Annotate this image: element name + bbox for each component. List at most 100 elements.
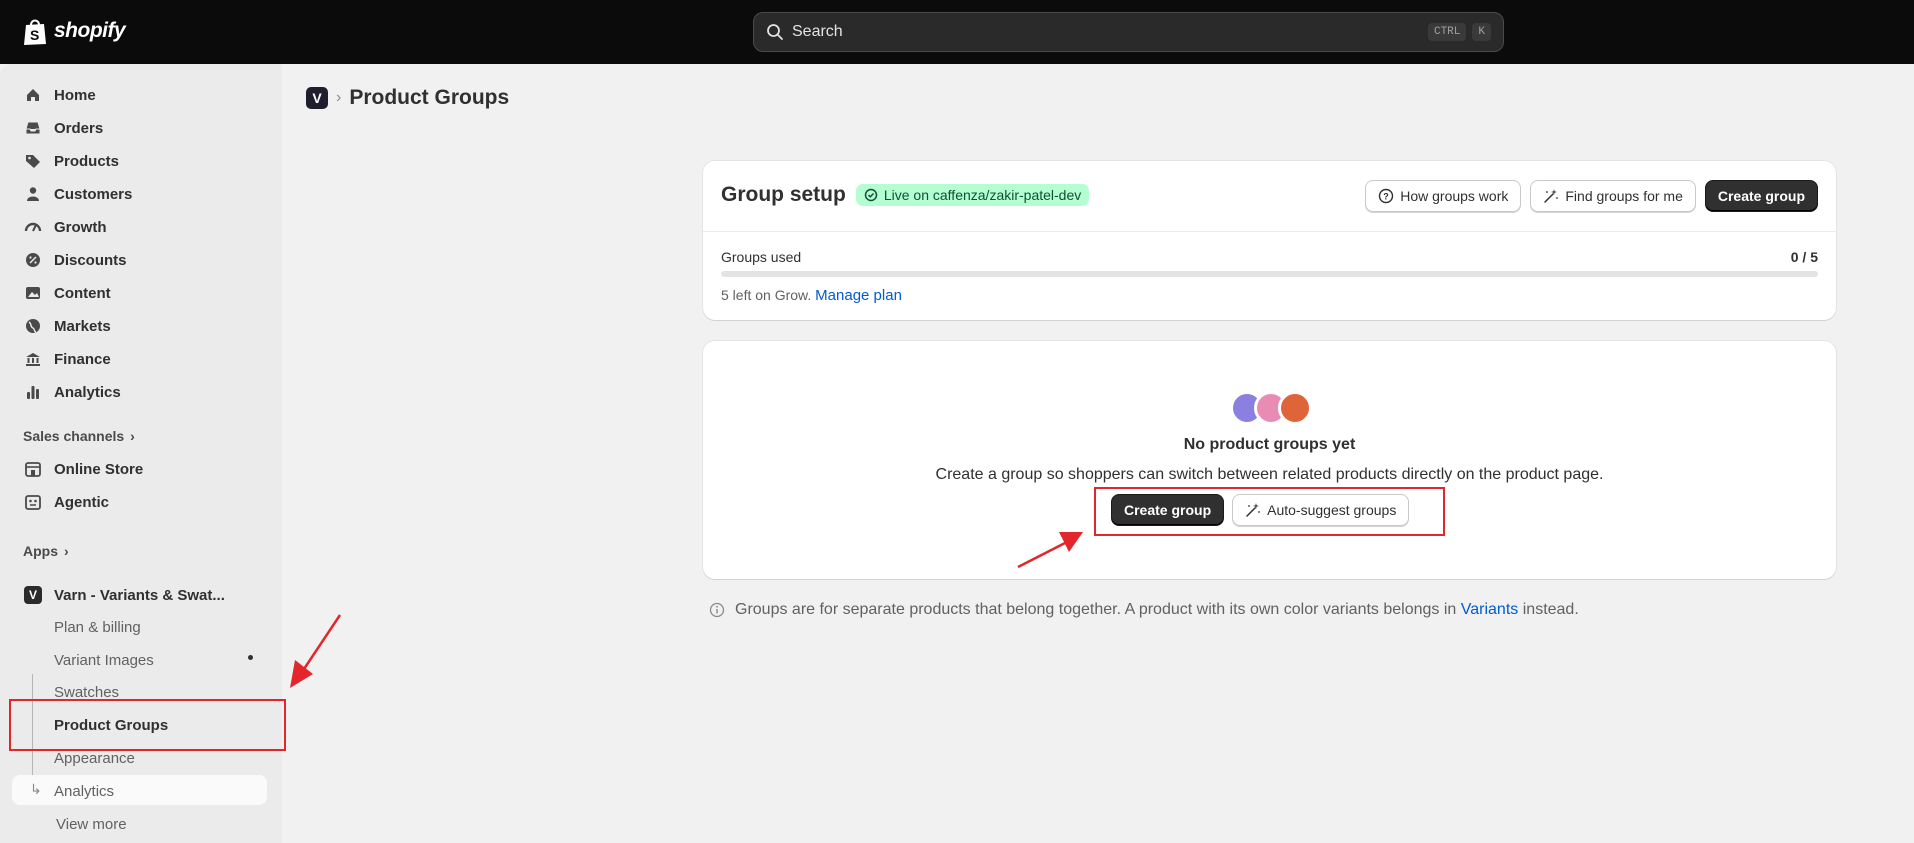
- sidebar-item-label: Orders: [54, 119, 104, 137]
- sidebar-subitem-analytics[interactable]: Analytics: [54, 783, 114, 800]
- breadcrumb: V › Product Groups: [306, 86, 509, 110]
- sidebar-item-agentic[interactable]: Agentic: [10, 487, 268, 517]
- check-circle-icon: [864, 188, 878, 202]
- home-icon: [24, 86, 42, 104]
- search-input[interactable]: Search: [792, 23, 1422, 41]
- chevron-right-icon: ›: [130, 428, 135, 444]
- globe-icon: [24, 317, 42, 335]
- avatar: [1278, 391, 1312, 425]
- info-icon: [709, 602, 725, 618]
- sidebar-item-discounts[interactable]: Discounts: [10, 245, 268, 275]
- bank-icon: [24, 350, 42, 368]
- sidebar-item-label: Home: [54, 86, 96, 104]
- how-groups-work-button[interactable]: ? How groups work: [1365, 180, 1522, 212]
- shopping-bag-icon: S: [24, 19, 46, 45]
- annotation-arrow-icon: [1017, 532, 1083, 569]
- sidebar-subitem-plan-billing[interactable]: Plan & billing: [54, 619, 141, 636]
- sidebar-item-varn-app[interactable]: V Varn - Variants & Swat...: [10, 580, 268, 610]
- apps-header[interactable]: Apps ›: [23, 543, 69, 559]
- search-icon: [767, 24, 783, 40]
- top-bar: S shopify Search CTRL K: [0, 0, 1914, 64]
- find-groups-button[interactable]: Find groups for me: [1530, 180, 1696, 212]
- shortcut-k: K: [1472, 23, 1491, 41]
- page-title: Product Groups: [349, 86, 510, 109]
- annotation-highlight-box: [1094, 487, 1445, 536]
- robot-icon: [24, 493, 42, 511]
- chevron-right-icon: ›: [64, 543, 69, 559]
- sidebar-item-online-store[interactable]: Online Store: [10, 454, 268, 484]
- sales-channels-label: Sales channels: [23, 428, 125, 444]
- varn-app-icon: V: [24, 586, 42, 604]
- apps-label: Apps: [23, 543, 58, 559]
- varn-app-icon[interactable]: V: [306, 87, 328, 109]
- active-row-highlight: [12, 775, 267, 805]
- variants-link[interactable]: Variants: [1461, 601, 1519, 618]
- sidebar-item-finance[interactable]: Finance: [10, 344, 268, 374]
- sidebar-item-label: Analytics: [54, 383, 121, 401]
- card-title: Group setup: [721, 183, 846, 206]
- status-badge-label: Live on caffenza/zakir-patel-dev: [883, 187, 1082, 203]
- sidebar-item-home[interactable]: Home: [10, 80, 268, 110]
- person-icon: [24, 185, 42, 203]
- store-icon: [24, 460, 42, 478]
- plan-note: 5 left on Grow. Manage plan: [721, 287, 902, 304]
- view-more-link[interactable]: View more: [56, 816, 127, 833]
- usage-progress-bar: [721, 271, 1818, 277]
- status-dot: [248, 655, 253, 660]
- shortcut-ctrl: CTRL: [1427, 23, 1467, 41]
- info-note-suffix: instead.: [1522, 601, 1579, 618]
- tag-icon: [24, 152, 42, 170]
- button-label: Find groups for me: [1565, 188, 1683, 204]
- sidebar-item-label: Markets: [54, 317, 111, 335]
- sidebar-item-label: Discounts: [54, 251, 127, 269]
- status-badge: Live on caffenza/zakir-patel-dev: [855, 184, 1090, 206]
- info-note: Groups are for separate products that be…: [709, 601, 1579, 619]
- sidebar-item-customers[interactable]: Customers: [10, 179, 268, 209]
- gauge-icon: [24, 218, 42, 236]
- plan-note-text: 5 left on Grow.: [721, 287, 812, 303]
- bar-chart-icon: [24, 383, 42, 401]
- svg-text:S: S: [30, 27, 39, 43]
- empty-state-title: No product groups yet: [1183, 436, 1356, 453]
- svg-text:?: ?: [1383, 192, 1389, 202]
- usage-label: Groups used: [721, 249, 802, 265]
- sidebar-item-label: Finance: [54, 350, 111, 368]
- sidebar-item-products[interactable]: Products: [10, 146, 268, 176]
- group-setup-card: Group setup Live on caffenza/zakir-patel…: [703, 161, 1836, 320]
- magic-wand-icon: [1544, 189, 1559, 203]
- empty-state-description: Create a group so shoppers can switch be…: [935, 466, 1604, 483]
- sales-channels-header[interactable]: Sales channels ›: [23, 428, 135, 444]
- inbox-icon: [24, 119, 42, 137]
- sidebar-item-label: Varn - Variants & Swat...: [54, 586, 225, 604]
- annotation-arrow-icon: [290, 614, 342, 688]
- image-icon: [24, 284, 42, 302]
- divider: [703, 231, 1836, 232]
- discount-icon: [24, 251, 42, 269]
- sidebar-item-content[interactable]: Content: [10, 278, 268, 308]
- sidebar-item-label: Growth: [54, 218, 107, 236]
- annotation-highlight-box: [9, 699, 286, 751]
- create-group-button[interactable]: Create group: [1704, 180, 1818, 212]
- sidebar-item-label: Customers: [54, 185, 133, 203]
- search-bar[interactable]: Search CTRL K: [753, 12, 1504, 52]
- info-note-text: Groups are for separate products that be…: [735, 601, 1457, 618]
- sidebar-item-growth[interactable]: Growth: [10, 212, 268, 242]
- breadcrumb-separator-icon: ›: [336, 89, 342, 106]
- sidebar-item-markets[interactable]: Markets: [10, 311, 268, 341]
- manage-plan-link[interactable]: Manage plan: [815, 287, 902, 304]
- sidebar-item-label: Agentic: [54, 493, 110, 511]
- shopify-logo[interactable]: S shopify: [22, 16, 126, 46]
- sidebar-item-label: Products: [54, 152, 120, 170]
- sidebar-subitem-appearance[interactable]: Appearance: [54, 750, 135, 767]
- sidebar-subitem-variant-images[interactable]: Variant Images: [54, 652, 154, 669]
- tree-arrow-icon: ↳: [30, 781, 42, 797]
- sidebar-item-label: Online Store: [54, 460, 144, 478]
- sidebar-item-orders[interactable]: Orders: [10, 113, 268, 143]
- question-circle-icon: ?: [1379, 188, 1394, 204]
- avatar-group: [1230, 391, 1314, 425]
- sidebar-item-analytics[interactable]: Analytics: [10, 377, 268, 407]
- empty-state-card: No product groups yet Create a group so …: [703, 341, 1836, 579]
- sidebar-item-label: Content: [54, 284, 111, 302]
- brand-name: shopify: [54, 19, 126, 42]
- button-label: How groups work: [1400, 188, 1509, 204]
